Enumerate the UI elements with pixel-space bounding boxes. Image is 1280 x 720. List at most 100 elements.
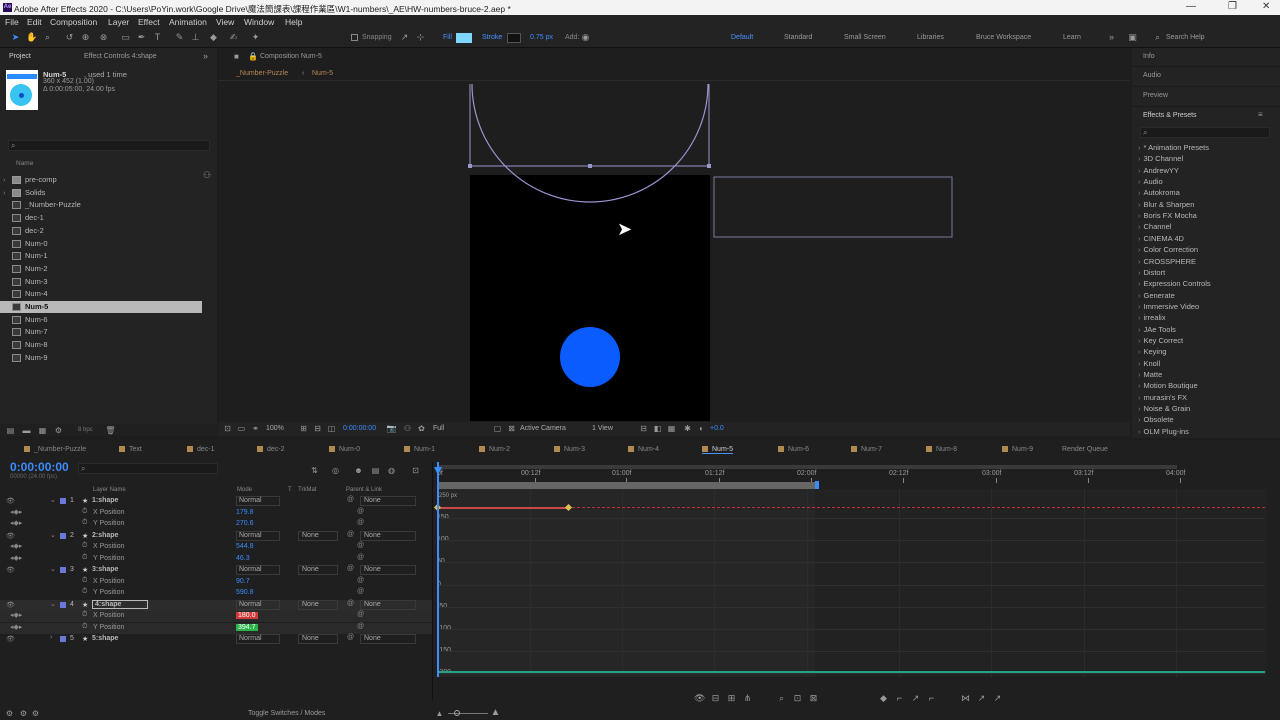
resolution-select[interactable]: Full [433,425,444,432]
property-value[interactable]: 590.8 [236,589,254,596]
grid-icon[interactable]: ⊞ [298,423,309,434]
effects-category[interactable]: › Keying [1138,347,1166,356]
toggle-pixel-icon[interactable]: ⊟ [638,423,649,434]
property-row[interactable]: ◂◆▸ ⏱ Y Position 46.3 @ [0,554,432,565]
playhead[interactable] [437,462,439,677]
timeline-tab[interactable]: Text [119,446,142,453]
layer-trkmat-select[interactable]: None [298,530,338,541]
effects-presets-tab[interactable]: Effects & Presets [1143,112,1197,119]
effects-category[interactable]: › Key Correct [1138,336,1183,345]
project-item[interactable]: Num-7 [0,326,202,338]
exposure-icon[interactable]: ◐ [696,423,707,434]
mask-view-icon[interactable]: ⚭ [250,423,261,434]
stopwatch-icon[interactable]: ⏱ [82,623,87,631]
toggle-switches-modes[interactable]: Toggle Switches / Modes [248,710,325,717]
project-item[interactable]: › pre-comp [0,174,202,186]
property-pickwhip-icon[interactable]: @ [357,554,364,561]
layer-trkmat-select[interactable]: None [298,634,338,644]
effects-category[interactable]: › CINEMA 4D [1138,234,1184,243]
close-button[interactable]: ✕ [1262,1,1270,12]
stopwatch-icon[interactable]: ⏱ [82,588,87,596]
layer-row[interactable]: 👁 ⌄ 2 ★ 2:shape Normal None @ None [0,530,432,542]
layer-trkmat-select[interactable]: None [298,565,338,575]
layer-name[interactable]: 4:shape [92,599,149,609]
rectangle-tool-icon[interactable]: ▭ [120,32,131,43]
effects-category[interactable]: › Immersive Video [1138,302,1199,311]
info-panel-tab[interactable]: Info [1143,53,1155,60]
layer-row[interactable]: 👁 ⌄ 4 ★ 4:shape Normal None @ None [0,599,432,611]
layer-mode-select[interactable]: Normal [236,496,280,506]
layer-parent-select[interactable]: None [360,496,416,506]
effects-category[interactable]: › Motion Boutique [1138,381,1198,390]
layer-label-color[interactable] [60,498,66,504]
pickwhip-icon[interactable]: @ [347,531,354,538]
snapping-checkbox[interactable] [351,34,358,41]
linear-keyframe-icon[interactable]: ⌐ [926,693,937,704]
pickwhip-icon[interactable]: @ [347,600,354,607]
hand-tool-icon[interactable]: ✋ [26,32,37,43]
timeline-timecode[interactable]: 0:00:00:00 [10,460,69,474]
col-parent[interactable]: Parent & Link [346,487,382,493]
clone-tool-icon[interactable]: ⊥ [190,32,201,43]
interpret-footage-icon[interactable]: ▤ [5,425,16,436]
timeline-tab[interactable]: Num-5 [702,446,734,454]
auto-bezier-icon[interactable]: ↗ [910,693,921,704]
effects-category[interactable]: › irrealix [1138,313,1166,322]
effects-category[interactable]: › Color Correction [1138,245,1198,254]
effects-category[interactable]: › Distort [1138,268,1165,277]
comp-timecode[interactable]: 0:00:00:00 [343,425,376,432]
property-value[interactable]: 544.8 [236,543,254,550]
add-menu-icon[interactable]: ◉ [580,32,591,43]
keyframe-nav-icon[interactable]: ◂◆▸ [10,519,22,527]
in-out-icon[interactable]: ⚙ [30,708,41,719]
timeline-icon[interactable]: ▦ [666,423,677,434]
effects-category[interactable]: › murasin's FX [1138,393,1187,402]
project-search-input[interactable]: ⌕ [8,140,210,151]
property-value[interactable]: 394.7 [236,623,258,631]
hold-keyframe-icon[interactable]: ⌐ [894,693,905,704]
rotate-tool-icon[interactable]: ↺ [64,32,75,43]
motion-blur-icon[interactable]: ◍ [386,465,397,476]
stopwatch-icon[interactable]: ⏱ [82,519,87,527]
property-value[interactable]: 179.8 [236,509,254,516]
transform-box-icon[interactable]: ⊞ [726,693,737,704]
layer-mode-select[interactable]: Normal [236,599,280,610]
property-value[interactable]: 46.3 [236,555,250,562]
selection-tool-icon[interactable]: ➤ [10,32,21,43]
shy-icon[interactable]: ☻ [353,465,364,476]
stopwatch-icon[interactable]: ⏱ [82,577,87,585]
frame-blend-icon[interactable]: ▤ [370,465,381,476]
property-row[interactable]: ◂◆▸ ⏱ X Position 180.0 @ [0,611,432,622]
effects-category[interactable]: › Expression Controls [1138,279,1211,288]
layer-parent-select[interactable]: None [360,634,416,644]
layer-row[interactable]: 👁 › 5 ★ 5:shape Normal None @ None [0,634,432,645]
brush-tool-icon[interactable]: ✎ [174,32,185,43]
type-tool-icon[interactable]: T [152,32,163,43]
tab-project[interactable]: Project [9,53,31,60]
zoom-out-icon[interactable]: ▲ [434,708,445,719]
property-pickwhip-icon[interactable]: @ [357,588,364,595]
keyframe-nav-icon[interactable]: ◂◆▸ [10,623,22,631]
graph-editor-icon[interactable]: ⊡ [410,465,421,476]
project-item[interactable]: Num-3 [0,276,202,288]
keyframe-nav-icon[interactable]: ◂◆▸ [10,542,22,550]
effects-category[interactable]: › OLM Plug-ins [1138,427,1189,436]
ease-out-icon[interactable]: ↗ [992,693,1003,704]
snap-option-2-icon[interactable]: ⊹ [415,32,426,43]
property-value[interactable]: 90.7 [236,578,250,585]
property-row[interactable]: ◂◆▸ ⏱ X Position 544.8 @ [0,542,432,553]
property-row[interactable]: ◂◆▸ ⏱ X Position 179.8 @ [0,508,432,519]
new-comp-icon[interactable]: ▦ [37,425,48,436]
pickwhip-icon[interactable]: @ [347,634,354,641]
easy-ease-icon[interactable]: ⋈ [960,693,971,704]
menu-layer[interactable]: Layer [108,17,129,27]
timeline-tab[interactable]: Render Queue [1062,446,1108,453]
property-pickwhip-icon[interactable]: @ [357,611,364,618]
fill-swatch[interactable] [456,33,472,43]
stopwatch-icon[interactable]: ⏱ [82,542,87,550]
project-item[interactable]: Num-6 [0,314,202,326]
workspace-libraries[interactable]: Libraries [917,34,944,41]
keyframe-nav-icon[interactable]: ◂◆▸ [10,554,22,562]
minimize-button[interactable]: — [1186,1,1196,12]
tab-effect-controls[interactable]: Effect Controls 4:shape [84,53,157,60]
